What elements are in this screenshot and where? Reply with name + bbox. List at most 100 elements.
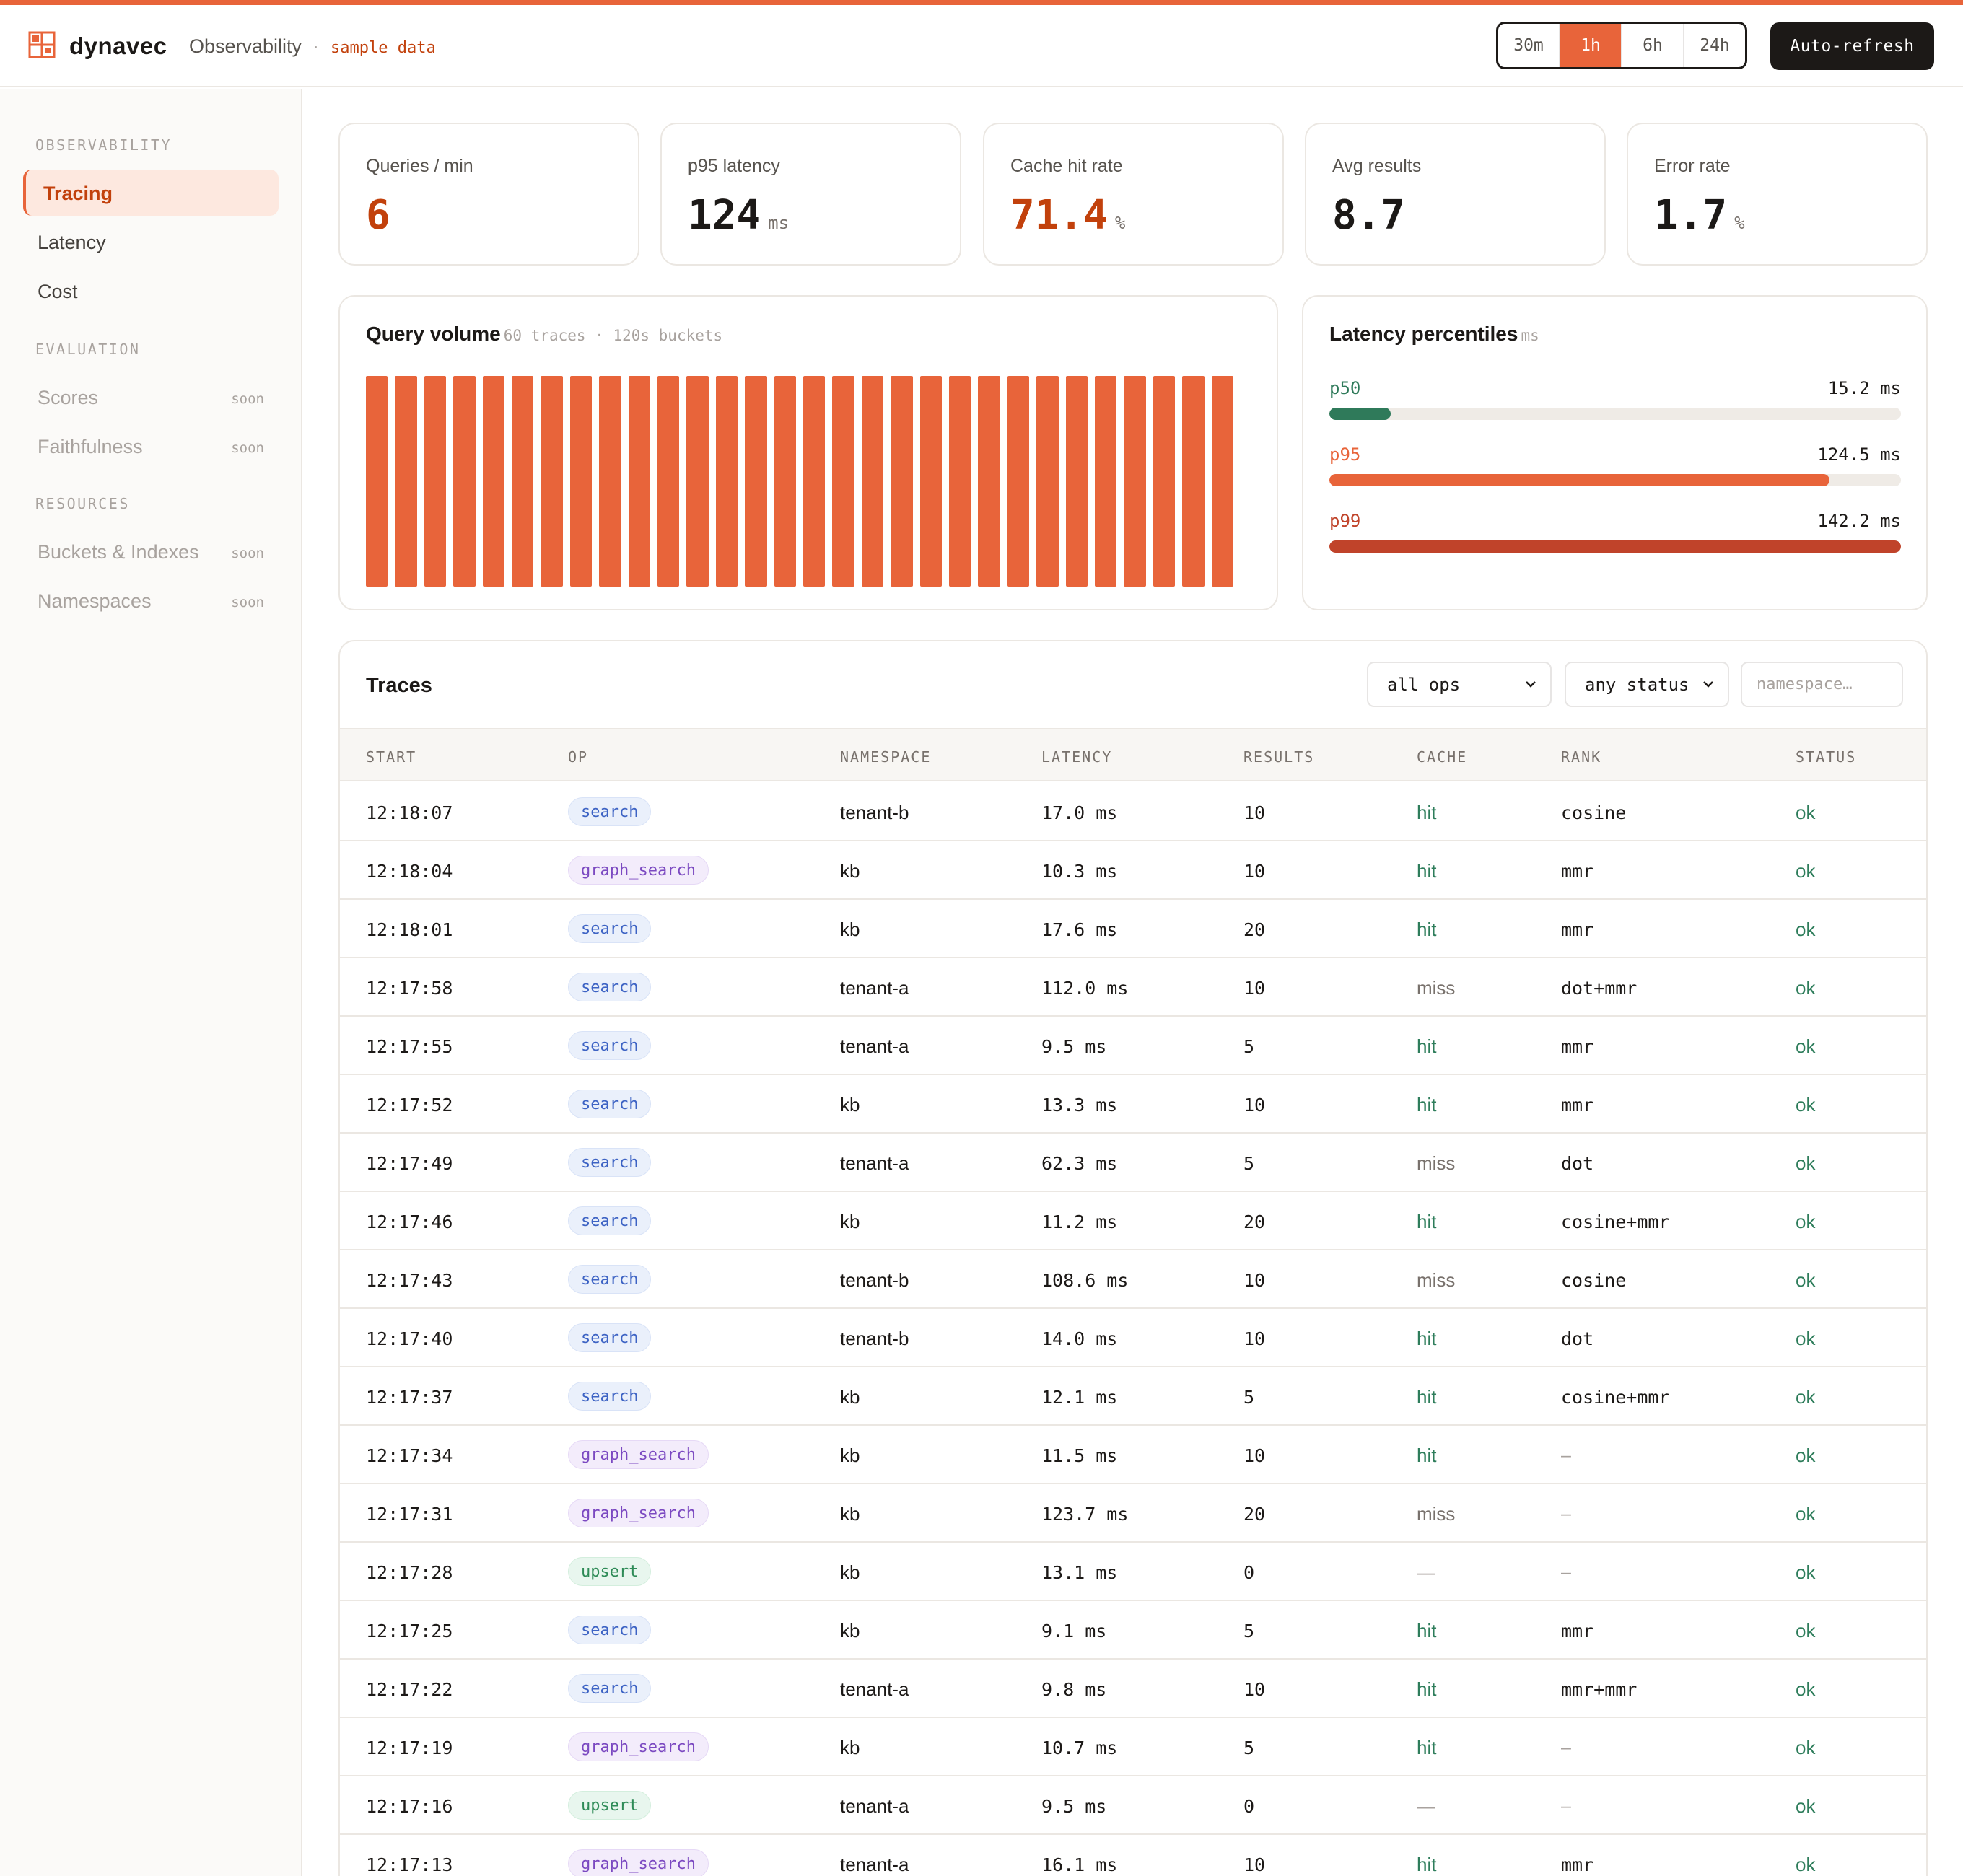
column-header-cache[interactable]: CACHE — [1417, 748, 1467, 766]
column-header-status[interactable]: STATUS — [1796, 748, 1856, 766]
volume-bar[interactable] — [1153, 376, 1176, 587]
cell-cache: hit — [1417, 860, 1437, 882]
range-30m-button[interactable]: 30m — [1498, 24, 1560, 67]
volume-bar[interactable] — [1095, 376, 1117, 587]
volume-bar[interactable] — [1036, 376, 1059, 587]
cell-results: 10 — [1243, 1095, 1266, 1115]
table-row[interactable]: 12:18:01 search kb 17.6 ms 20 hit mmr ok — [340, 900, 1926, 958]
column-header-start[interactable]: START — [366, 748, 416, 766]
range-1h-button[interactable]: 1h — [1560, 24, 1622, 67]
volume-bar[interactable] — [978, 376, 1000, 587]
sidebar-item-scores[interactable]: Scores soon — [23, 374, 279, 420]
volume-bar[interactable] — [715, 376, 738, 587]
table-row[interactable]: 12:17:13 graph_search tenant-a 16.1 ms 10 hit… — [340, 1835, 1926, 1876]
op-badge: graph_search — [568, 856, 709, 885]
cell-start: 12:17:40 — [366, 1328, 453, 1349]
op-badge: search — [568, 1323, 652, 1352]
column-header-results[interactable]: RESULTS — [1243, 748, 1314, 766]
volume-bar[interactable] — [453, 376, 476, 587]
volume-bar[interactable] — [512, 376, 534, 587]
volume-bar[interactable] — [1065, 376, 1088, 587]
cell-results: 0 — [1243, 1796, 1255, 1817]
cell-cache: — — [1417, 1561, 1435, 1583]
table-row[interactable]: 12:17:40 search tenant-b 14.0 ms 10 hit dot ok — [340, 1309, 1926, 1367]
range-24h-button[interactable]: 24h — [1684, 24, 1745, 67]
sidebar-item-namespaces[interactable]: Namespaces soon — [23, 577, 279, 623]
table-row[interactable]: 12:17:19 graph_search kb 10.7 ms 5 hit – ok — [340, 1718, 1926, 1776]
op-badge: graph_search — [568, 1440, 709, 1469]
cell-rank: mmr — [1561, 1095, 1594, 1115]
volume-bar[interactable] — [628, 376, 650, 587]
volume-bar[interactable] — [395, 376, 417, 587]
op-badge: graph_search — [568, 1732, 709, 1761]
stat-label: Queries / min — [366, 156, 473, 176]
volume-bar[interactable] — [949, 376, 971, 587]
column-header-rank[interactable]: RANK — [1561, 748, 1601, 766]
sidebar-item-cost[interactable]: Cost — [23, 268, 279, 314]
column-header-op[interactable]: OP — [568, 748, 588, 766]
volume-bar[interactable] — [1211, 376, 1233, 587]
volume-bar[interactable] — [424, 376, 447, 587]
sidebar-section-evaluation: EVALUATION — [35, 341, 141, 358]
table-row[interactable]: 12:17:22 search tenant-a 9.8 ms 10 hit mmr+mmr… — [340, 1660, 1926, 1718]
sidebar-item-faithfulness[interactable]: Faithfulness soon — [23, 423, 279, 469]
status-filter-select[interactable]: any status — [1565, 662, 1729, 707]
breadcrumb[interactable]: Observability — [189, 35, 302, 58]
table-row[interactable]: 12:17:49 search tenant-a 62.3 ms 5 miss dot ok — [340, 1134, 1926, 1192]
volume-bar[interactable] — [774, 376, 796, 587]
auto-refresh-button[interactable]: Auto-refresh — [1770, 22, 1934, 70]
table-row[interactable]: 12:17:52 search kb 13.3 ms 10 hit mmr ok — [340, 1075, 1926, 1134]
volume-bar[interactable] — [1124, 376, 1146, 587]
volume-bar[interactable] — [1182, 376, 1205, 587]
table-row[interactable]: 12:17:16 upsert tenant-a 9.5 ms 0 — – ok — [340, 1776, 1926, 1835]
column-header-namespace[interactable]: NAMESPACE — [840, 748, 931, 766]
table-row[interactable]: 12:18:04 graph_search kb 10.3 ms 10 hit mmr ok — [340, 841, 1926, 900]
volume-bar[interactable] — [891, 376, 913, 587]
range-6h-button[interactable]: 6h — [1622, 24, 1684, 67]
soon-badge: soon — [231, 595, 264, 610]
table-row[interactable]: 12:17:55 search tenant-a 9.5 ms 5 hit mmr ok — [340, 1017, 1926, 1075]
cell-latency: 10.3 ms — [1041, 861, 1118, 882]
volume-bar[interactable] — [1007, 376, 1030, 587]
table-row[interactable]: 12:17:43 search tenant-b 108.6 ms 10 miss cosi… — [340, 1250, 1926, 1309]
op-badge: search — [568, 1382, 652, 1411]
volume-bar[interactable] — [366, 376, 388, 587]
volume-bar[interactable] — [482, 376, 504, 587]
volume-bar[interactable] — [803, 376, 826, 587]
volume-bar[interactable] — [919, 376, 942, 587]
sidebar-item-tracing[interactable]: Tracing — [23, 170, 279, 216]
volume-bar[interactable] — [569, 376, 593, 587]
table-row[interactable]: 12:18:07 search tenant-b 17.0 ms 10 hit cosine… — [340, 783, 1926, 841]
table-row[interactable]: 12:17:28 upsert kb 13.1 ms 0 — – ok — [340, 1543, 1926, 1601]
volume-bar[interactable] — [541, 376, 563, 587]
volume-bar[interactable] — [599, 376, 621, 587]
sidebar-section-observability: OBSERVABILITY — [35, 136, 172, 154]
table-row[interactable]: 12:17:25 search kb 9.1 ms 5 hit mmr ok — [340, 1601, 1926, 1660]
table-row[interactable]: 12:17:46 search kb 11.2 ms 20 hit cosine+mmr ok — [340, 1192, 1926, 1250]
cell-start: 12:17:31 — [366, 1504, 453, 1525]
top-accent-bar — [0, 0, 1963, 5]
sidebar-item-buckets-indexes[interactable]: Buckets & Indexes soon — [23, 528, 279, 574]
volume-bar[interactable] — [861, 376, 884, 587]
sidebar-item-latency[interactable]: Latency — [23, 219, 279, 265]
volume-bar[interactable] — [832, 376, 854, 587]
column-header-latency[interactable]: LATENCY — [1041, 748, 1112, 766]
table-row[interactable]: 12:17:58 search tenant-a 112.0 ms 10 miss dot+… — [340, 958, 1926, 1017]
table-row[interactable]: 12:17:31 graph_search kb 123.7 ms 20 miss – ok — [340, 1484, 1926, 1543]
cell-rank: – — [1561, 1445, 1571, 1465]
traces-title: Traces — [366, 674, 432, 697]
table-row[interactable]: 12:17:37 search kb 12.1 ms 5 hit cosine+mmr ok — [340, 1367, 1926, 1426]
stat-value: 6 — [366, 192, 390, 239]
namespace-filter-input[interactable]: namespace… — [1741, 662, 1903, 707]
volume-bar[interactable] — [745, 376, 767, 587]
table-row[interactable]: 12:17:34 graph_search kb 11.5 ms 10 hit – ok — [340, 1426, 1926, 1484]
op-badge: search — [568, 1674, 652, 1703]
op-filter-select[interactable]: all ops — [1367, 662, 1552, 707]
brand-name[interactable]: dynavec — [69, 32, 167, 60]
percentile-track — [1329, 540, 1901, 553]
volume-bar[interactable] — [686, 376, 709, 587]
percentile-bar-p99 — [1329, 540, 1901, 553]
cell-namespace: kb — [840, 1561, 860, 1583]
volume-bar[interactable] — [657, 376, 680, 587]
query-volume-panel: Query volume 60 traces · 120s buckets — [338, 295, 1278, 610]
